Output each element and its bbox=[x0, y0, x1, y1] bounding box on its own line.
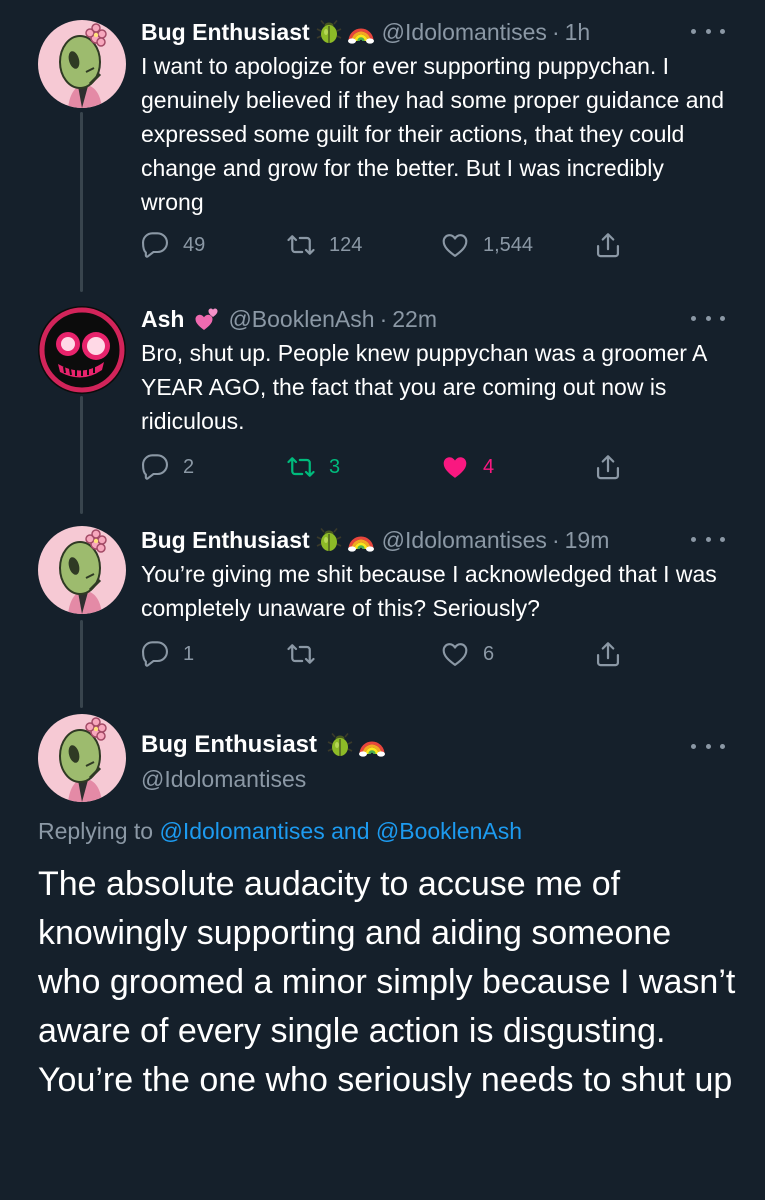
heart-filled-icon bbox=[441, 453, 469, 481]
retweet-icon bbox=[287, 231, 315, 259]
tweet-header: Ash @BooklenAsh · 22m bbox=[141, 302, 725, 336]
replying-to: Replying to @Idolomantises and @BooklenA… bbox=[38, 818, 522, 845]
share-button[interactable] bbox=[594, 637, 622, 671]
avatar[interactable] bbox=[38, 20, 126, 108]
two-hearts-emoji-icon bbox=[194, 306, 220, 332]
user-handle[interactable]: @Idolomantises bbox=[382, 527, 547, 554]
tweet-actions: 49 124 1,544 bbox=[141, 228, 631, 262]
thread-line bbox=[80, 112, 83, 292]
tweet-text: Bro, shut up. People knew puppychan was … bbox=[141, 340, 707, 434]
beetle-emoji-icon bbox=[327, 732, 353, 758]
user-handle[interactable]: @BooklenAsh bbox=[228, 306, 374, 333]
like-icon bbox=[441, 640, 469, 668]
reply-count: 1 bbox=[183, 642, 195, 665]
retweet-button[interactable]: 3 bbox=[287, 450, 340, 484]
share-icon bbox=[594, 640, 622, 668]
more-options-icon[interactable] bbox=[691, 531, 725, 547]
tweet-header: Bug Enthusiast @Idolomantises · 1h bbox=[141, 15, 725, 49]
timestamp[interactable]: 19m bbox=[565, 527, 610, 554]
separator-dot: · bbox=[551, 526, 560, 553]
like-count: 4 bbox=[483, 455, 495, 478]
like-button[interactable]: 4 bbox=[441, 450, 494, 484]
timestamp[interactable]: 1h bbox=[565, 19, 591, 46]
separator-dot: · bbox=[551, 18, 560, 45]
like-button[interactable]: 6 bbox=[441, 637, 494, 671]
beetle-emoji-icon bbox=[316, 527, 342, 553]
reply-button[interactable]: 2 bbox=[141, 450, 194, 484]
like-count: 1,544 bbox=[483, 233, 534, 256]
display-name[interactable]: Bug Enthusiast bbox=[141, 527, 310, 554]
share-button[interactable] bbox=[594, 450, 622, 484]
reply-count: 2 bbox=[183, 455, 195, 478]
reply-button[interactable]: 49 bbox=[141, 228, 205, 262]
retweet-icon bbox=[287, 640, 315, 668]
retweet-count: 3 bbox=[329, 455, 341, 478]
avatar[interactable] bbox=[38, 306, 126, 394]
reply-icon bbox=[141, 640, 169, 668]
like-count: 6 bbox=[483, 642, 495, 665]
mention-link[interactable]: @Idolomantises bbox=[159, 818, 324, 844]
retweet-button[interactable]: 124 bbox=[287, 228, 362, 262]
reply-count: 49 bbox=[183, 233, 206, 256]
like-button[interactable]: 1,544 bbox=[441, 228, 533, 262]
tweet-text: You’re giving me shit because I acknowle… bbox=[141, 561, 717, 621]
more-options-icon[interactable] bbox=[691, 738, 725, 754]
retweet-icon bbox=[287, 453, 315, 481]
mention-link[interactable]: @BooklenAsh bbox=[376, 818, 522, 844]
replying-and: and bbox=[331, 818, 370, 844]
avatar[interactable] bbox=[38, 526, 126, 614]
beetle-emoji-icon bbox=[316, 19, 342, 45]
share-icon bbox=[594, 453, 622, 481]
share-icon bbox=[594, 231, 622, 259]
replying-label: Replying to bbox=[38, 818, 154, 844]
more-options-icon[interactable] bbox=[691, 310, 725, 326]
share-button[interactable] bbox=[594, 228, 622, 262]
display-name[interactable]: Bug Enthusiast bbox=[141, 731, 317, 759]
tweet-header: Bug Enthusiast @Idolomantises · 19m bbox=[141, 523, 725, 557]
tweet-actions: 2 3 4 bbox=[141, 450, 631, 484]
reply-button[interactable]: 1 bbox=[141, 637, 194, 671]
rainbow-emoji-icon bbox=[348, 527, 374, 553]
avatar[interactable] bbox=[38, 714, 126, 802]
retweet-count: 124 bbox=[329, 233, 363, 256]
retweet-button[interactable] bbox=[287, 637, 329, 671]
user-handle[interactable]: @Idolomantises bbox=[141, 766, 725, 793]
thread-line bbox=[80, 620, 83, 708]
separator-dot: · bbox=[379, 305, 388, 332]
user-handle[interactable]: @Idolomantises bbox=[382, 19, 547, 46]
rainbow-emoji-icon bbox=[348, 19, 374, 45]
tweet-text: I want to apologize for ever supporting … bbox=[141, 53, 725, 215]
thread-line bbox=[80, 396, 83, 514]
tweet-actions: 1 6 bbox=[141, 637, 631, 671]
timestamp[interactable]: 22m bbox=[392, 306, 437, 333]
more-options-icon[interactable] bbox=[691, 23, 725, 39]
tweet-text: The absolute audacity to accuse me of kn… bbox=[38, 865, 736, 1099]
display-name[interactable]: Bug Enthusiast bbox=[141, 19, 310, 46]
reply-icon bbox=[141, 231, 169, 259]
display-name[interactable]: Ash bbox=[141, 306, 184, 333]
rainbow-emoji-icon bbox=[359, 732, 385, 758]
like-icon bbox=[441, 231, 469, 259]
reply-icon bbox=[141, 453, 169, 481]
